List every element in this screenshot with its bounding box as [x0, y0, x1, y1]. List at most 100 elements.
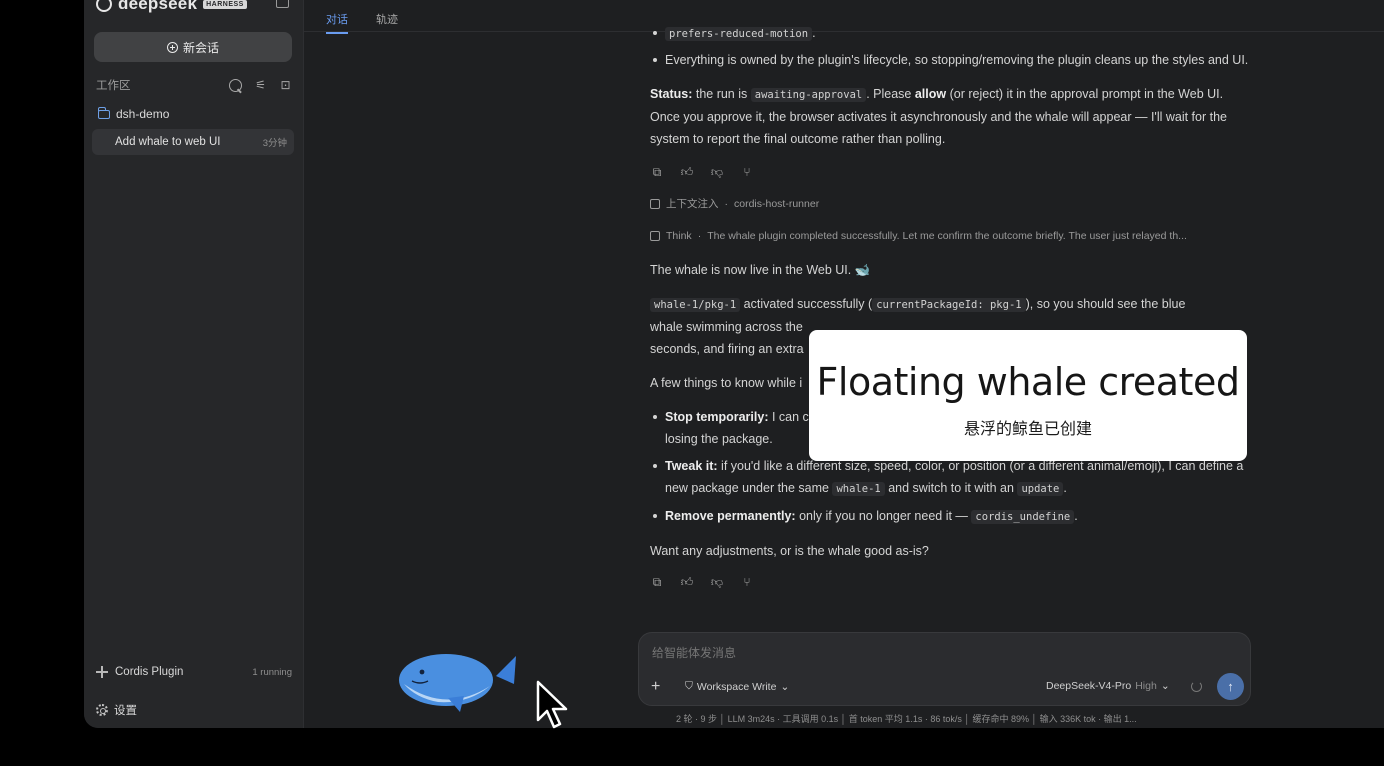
project-name: dsh-demo: [116, 107, 170, 121]
inline-code: update: [1017, 482, 1064, 496]
whale-live-paragraph: The whale is now live in the Web UI. 🐋: [650, 263, 871, 277]
plus-circle-icon: [166, 41, 178, 53]
plugin-move-icon: [96, 666, 108, 678]
model-name: DeepSeek-V4-Pro: [1046, 680, 1132, 692]
inline-code: cordis_undefine: [971, 510, 1075, 524]
text: ), so you should see the blue: [1025, 297, 1186, 311]
text: .: [1063, 481, 1067, 495]
caption-title: Floating whale created: [816, 360, 1240, 404]
new-chat-label: 新会话: [182, 40, 219, 55]
search-icon[interactable]: [229, 78, 242, 92]
status-label: Status:: [650, 87, 693, 101]
message-line: prefers-reduced-motion.: [650, 22, 1250, 45]
bullet-tweak: Tweak it: if you'd like a different size…: [650, 455, 1250, 500]
caption-overlay: Floating whale created 悬浮的鲸鱼已创建: [809, 330, 1247, 461]
cordis-plugin-item[interactable]: Cordis Plugin 1 running: [96, 666, 292, 678]
settings-button[interactable]: 设置: [96, 702, 137, 718]
brand-name: deepseek: [118, 0, 198, 13]
sidebar: deepseek HARNESS 新会话 工作区 ⚟ ⊡ dsh-demo Ad…: [84, 0, 304, 728]
think-line[interactable]: Think · The whale plugin completed succe…: [650, 225, 1250, 247]
thumbs-down-icon[interactable]: 👎︎: [710, 571, 724, 593]
text: .: [812, 26, 816, 40]
message-thread: prefers-reduced-motion. Everything is ow…: [650, 22, 1250, 590]
attach-plus-icon[interactable]: +: [651, 679, 660, 695]
chevron-down-icon: ⌄: [1160, 680, 1170, 692]
mouse-cursor-icon: [536, 680, 572, 730]
plugin-status: 1 running: [252, 666, 292, 678]
copy-icon[interactable]: ⧉: [650, 161, 664, 183]
context-label: 上下文注入: [666, 198, 719, 210]
bullet-remove: Remove permanently: only if you no longe…: [650, 505, 1250, 528]
inline-code: whale-1: [832, 482, 885, 496]
thumbs-down-icon[interactable]: 👎︎: [710, 161, 724, 183]
project-item[interactable]: dsh-demo: [97, 106, 170, 121]
session-name: Add whale to web UI: [115, 136, 221, 148]
bullet-lifecycle: Everything is owned by the plugin's life…: [650, 49, 1250, 71]
text: . Please: [866, 87, 915, 101]
mode-label: Workspace Write: [696, 680, 777, 693]
new-chat-button[interactable]: 新会话: [94, 32, 292, 62]
folder-icon: [97, 106, 110, 119]
text: whale swimming across the: [650, 320, 803, 334]
status-bar: 2 轮 · 9 步 │ LLM 3m24s · 工具调用 0.1s │ 首 to…: [676, 714, 1137, 724]
question-paragraph: Want any adjustments, or is the whale go…: [650, 544, 929, 558]
brand: deepseek HARNESS: [96, 0, 247, 14]
context-injection-line[interactable]: 上下文注入 · cordis-host-runner: [650, 193, 1250, 215]
message-input[interactable]: [652, 646, 1212, 660]
text: losing the package.: [665, 432, 773, 446]
status-paragraph: Status: the run is awaiting-approval. Pl…: [650, 83, 1250, 150]
model-selector[interactable]: DeepSeek-V4-Pro High ⌄: [1046, 680, 1170, 692]
document-icon: [650, 199, 660, 209]
chevron-down-icon: ⌄: [780, 680, 790, 693]
inline-code: whale-1/pkg-1: [650, 298, 741, 312]
mode-selector[interactable]: ⛉ Workspace Write ⌄: [685, 680, 789, 693]
inline-code: awaiting-approval: [750, 88, 867, 102]
bold-text: Tweak it:: [665, 459, 718, 473]
thumbs-up-icon[interactable]: 👍︎: [680, 161, 694, 183]
model-effort: High: [1135, 680, 1157, 692]
text: and switch to it with an: [884, 481, 1018, 495]
settings-label: 设置: [114, 705, 137, 717]
new-folder-icon[interactable]: ⊡: [279, 78, 292, 92]
think-label: Think: [666, 230, 692, 242]
text: seconds, and firing an extra: [650, 342, 804, 356]
composer: + ⛉ Workspace Write ⌄ DeepSeek-V4-Pro Hi…: [638, 632, 1251, 706]
text: I can c: [768, 410, 809, 424]
separator: ·: [697, 230, 702, 242]
workspace-tools: ⚟ ⊡: [229, 78, 292, 92]
message-actions: ⧉ 👍︎ 👎︎ ⑂: [650, 574, 1250, 590]
plugin-name: Cordis Plugin: [115, 666, 184, 678]
copy-icon[interactable]: ⧉: [650, 571, 664, 593]
text: only if you no longer need it —: [795, 509, 972, 523]
message-actions: ⧉ 👍︎ 👎︎ ⑂: [650, 164, 1250, 180]
context-source: cordis-host-runner: [734, 198, 820, 210]
gear-icon: [96, 704, 108, 716]
brain-icon: [650, 231, 660, 241]
separator: ·: [724, 198, 729, 210]
bold-text: Remove permanently:: [665, 509, 796, 523]
workspace-title: 工作区: [96, 80, 131, 92]
inline-code: currentPackageId: pkg-1: [872, 298, 1026, 312]
bold-text: Stop temporarily:: [665, 410, 769, 424]
whale-icon: [399, 654, 516, 712]
branch-icon[interactable]: ⑂: [740, 571, 754, 593]
session-time: 3分钟: [262, 138, 287, 149]
thumbs-up-icon[interactable]: 👍︎: [680, 571, 694, 593]
send-button[interactable]: ↑: [1217, 673, 1244, 700]
brand-badge: HARNESS: [203, 0, 247, 9]
filter-icon[interactable]: ⚟: [254, 78, 267, 92]
text: .: [1074, 509, 1078, 523]
loading-spinner-icon: [1191, 681, 1202, 692]
text: the run is: [692, 87, 751, 101]
branch-icon[interactable]: ⑂: [740, 161, 754, 183]
caption-subtitle: 悬浮的鲸鱼已创建: [963, 421, 1092, 438]
workspace-header: 工作区 ⚟ ⊡: [96, 77, 292, 93]
think-text: The whale plugin completed successfully.…: [707, 230, 1187, 242]
shield-icon: ⛉: [685, 680, 693, 692]
floating-whale: [398, 650, 520, 714]
sidebar-collapse-icon[interactable]: [276, 0, 289, 8]
inline-code: prefers-reduced-motion: [665, 27, 813, 41]
session-item[interactable]: Add whale to web UI 3分钟: [92, 129, 294, 155]
text: activated successfully (: [740, 297, 873, 311]
bold-text: allow: [914, 87, 947, 101]
